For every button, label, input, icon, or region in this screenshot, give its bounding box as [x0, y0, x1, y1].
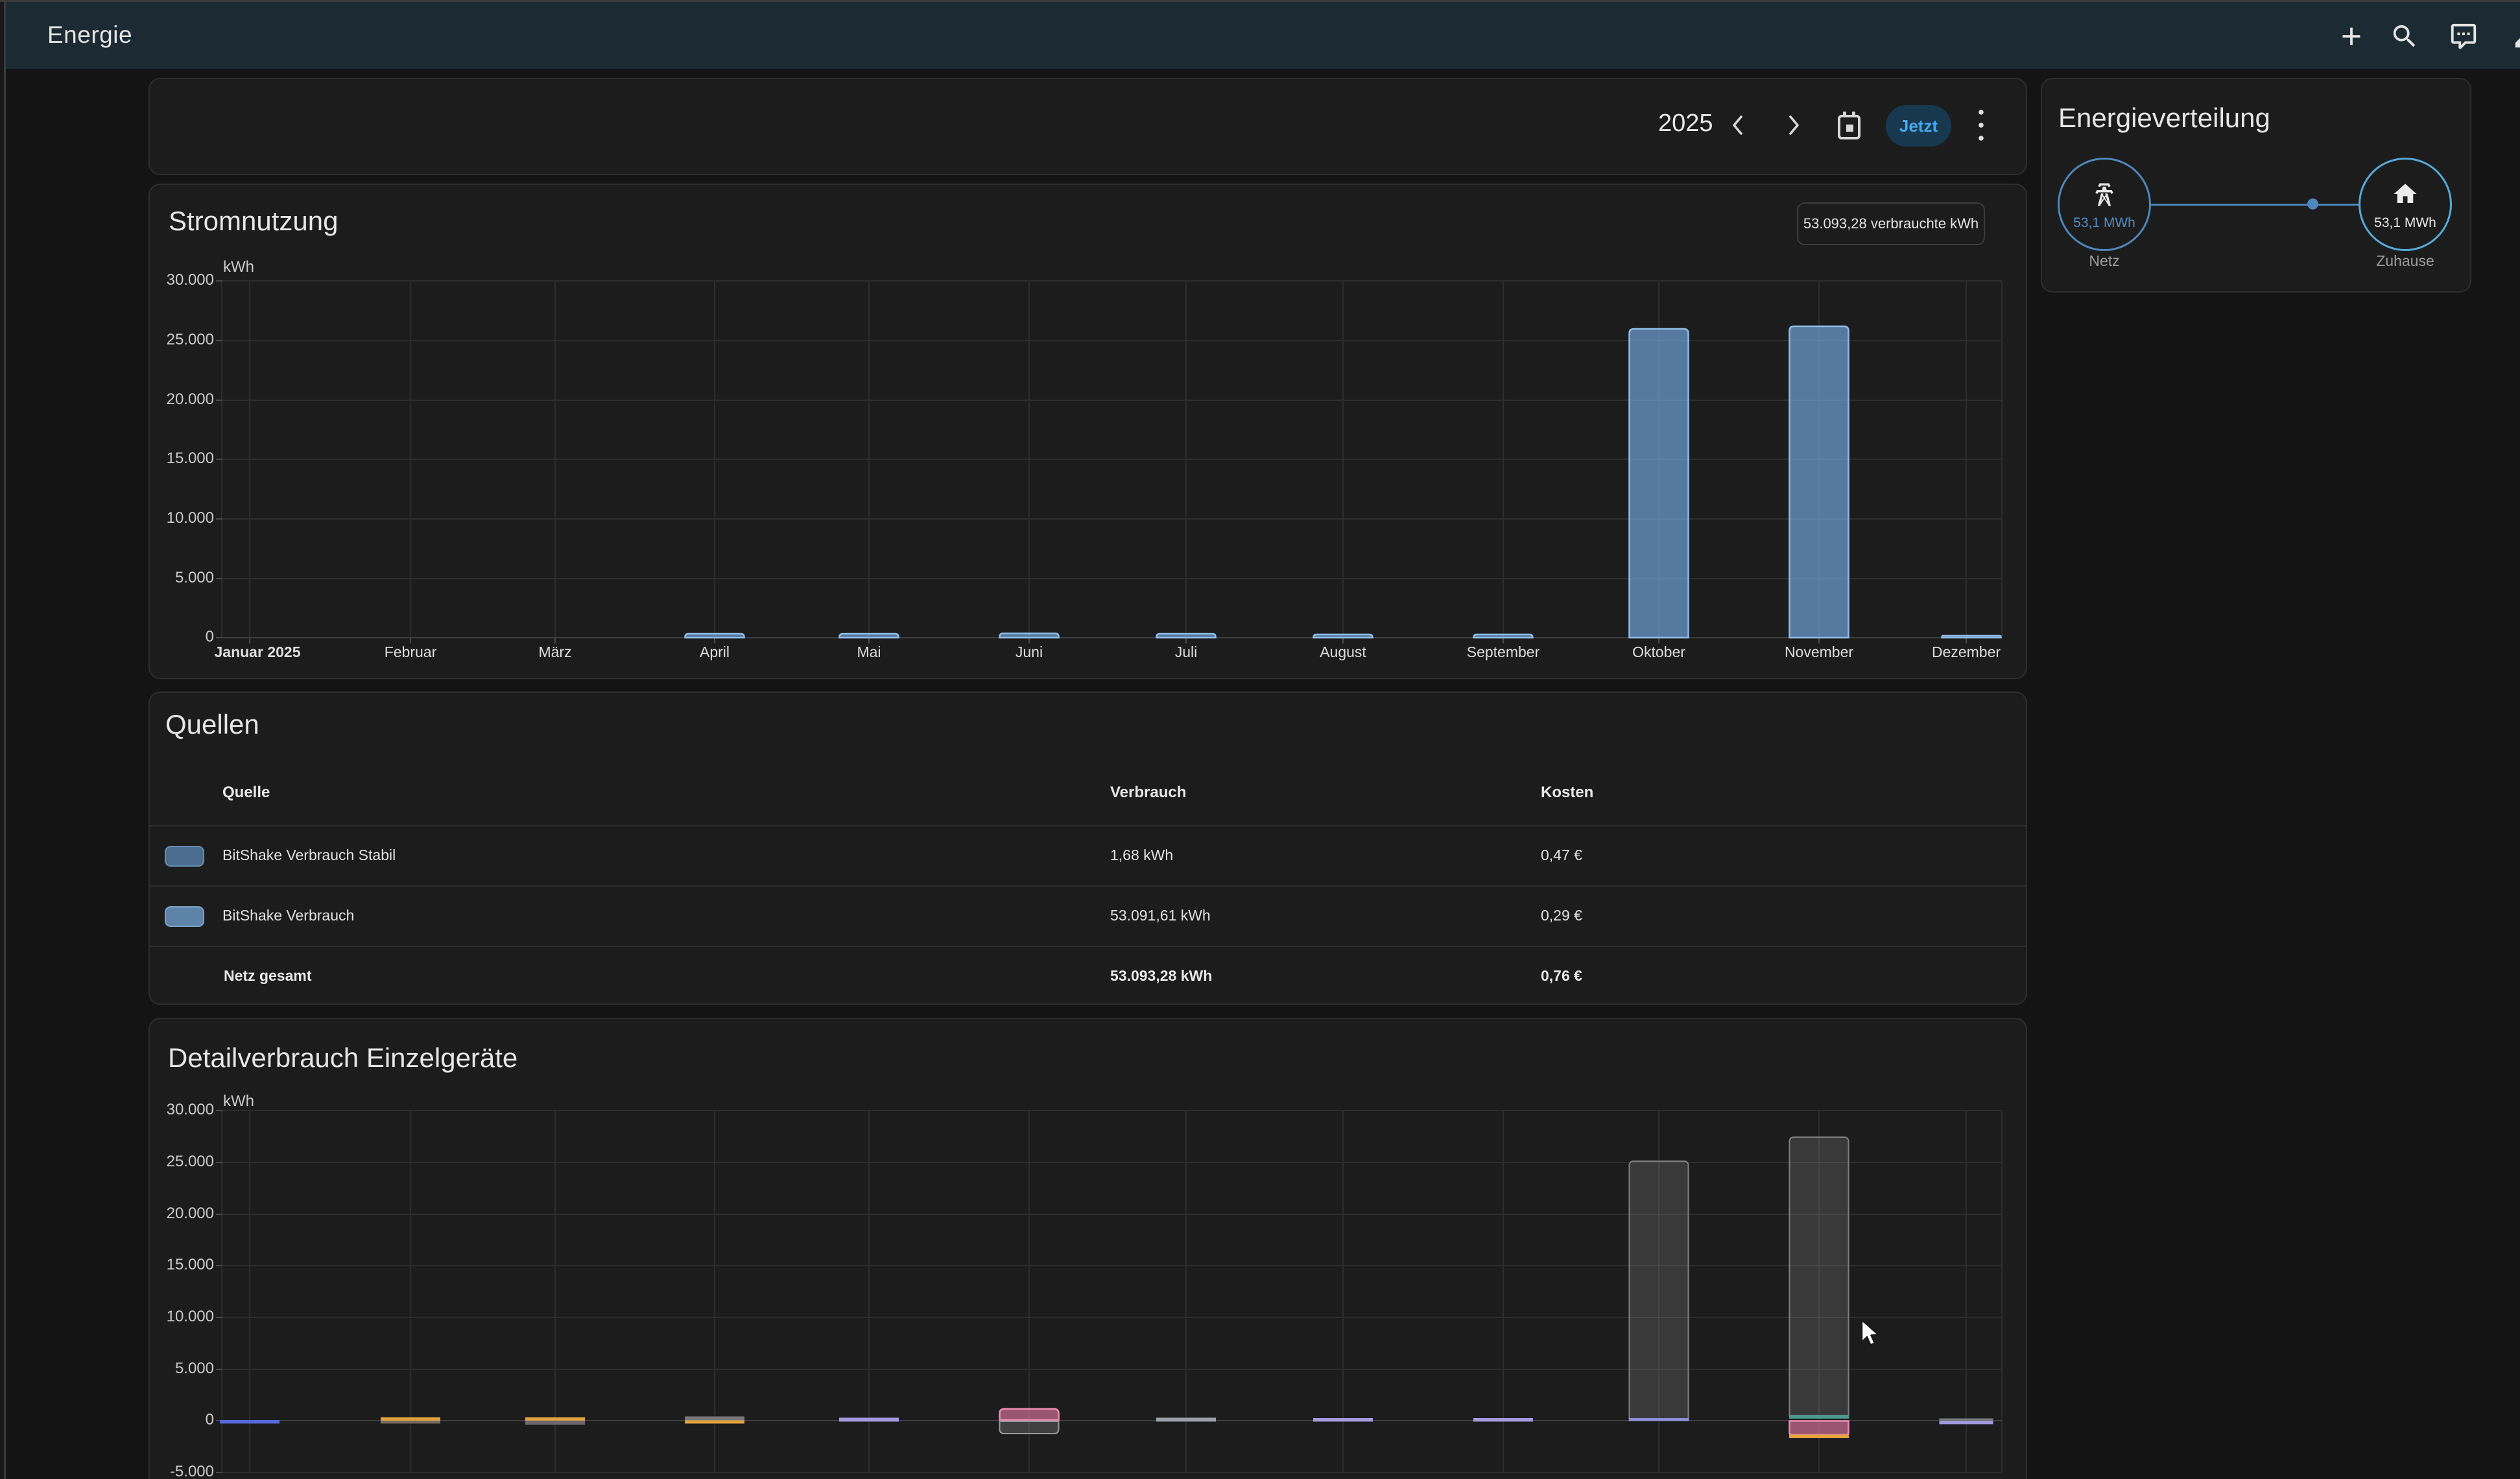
svg-text:-5.000: -5.000: [170, 1463, 214, 1479]
svg-text:März: März: [538, 643, 571, 660]
svg-text:5.000: 5.000: [175, 569, 214, 586]
svg-text:10.000: 10.000: [167, 509, 214, 527]
svg-text:Juli: Juli: [1175, 643, 1198, 660]
svg-text:10.000: 10.000: [167, 1308, 214, 1325]
svg-text:15.000: 15.000: [167, 1256, 214, 1273]
svg-text:Dezember: Dezember: [1932, 643, 2001, 660]
svg-text:August: August: [1320, 643, 1366, 660]
svg-text:kWh: kWh: [223, 258, 254, 276]
svg-text:0: 0: [206, 1411, 214, 1428]
svg-text:0: 0: [206, 628, 214, 645]
svg-text:September: September: [1467, 643, 1540, 660]
svg-text:Januar 2025: Januar 2025: [215, 643, 301, 660]
svg-text:20.000: 20.000: [167, 1205, 214, 1222]
svg-text:30.000: 30.000: [167, 1101, 214, 1118]
svg-text:November: November: [1785, 643, 1853, 660]
svg-text:25.000: 25.000: [167, 1153, 214, 1170]
svg-text:20.000: 20.000: [167, 391, 214, 408]
svg-text:April: April: [700, 643, 730, 660]
svg-text:Oktober: Oktober: [1632, 643, 1685, 660]
svg-text:kWh: kWh: [223, 1092, 254, 1110]
svg-text:Februar: Februar: [385, 643, 437, 660]
svg-text:15.000: 15.000: [167, 450, 214, 467]
svg-text:30.000: 30.000: [167, 271, 214, 289]
svg-text:5.000: 5.000: [175, 1360, 214, 1377]
svg-text:Mai: Mai: [857, 643, 881, 660]
svg-text:25.000: 25.000: [167, 331, 214, 348]
svg-text:Juni: Juni: [1016, 643, 1043, 660]
